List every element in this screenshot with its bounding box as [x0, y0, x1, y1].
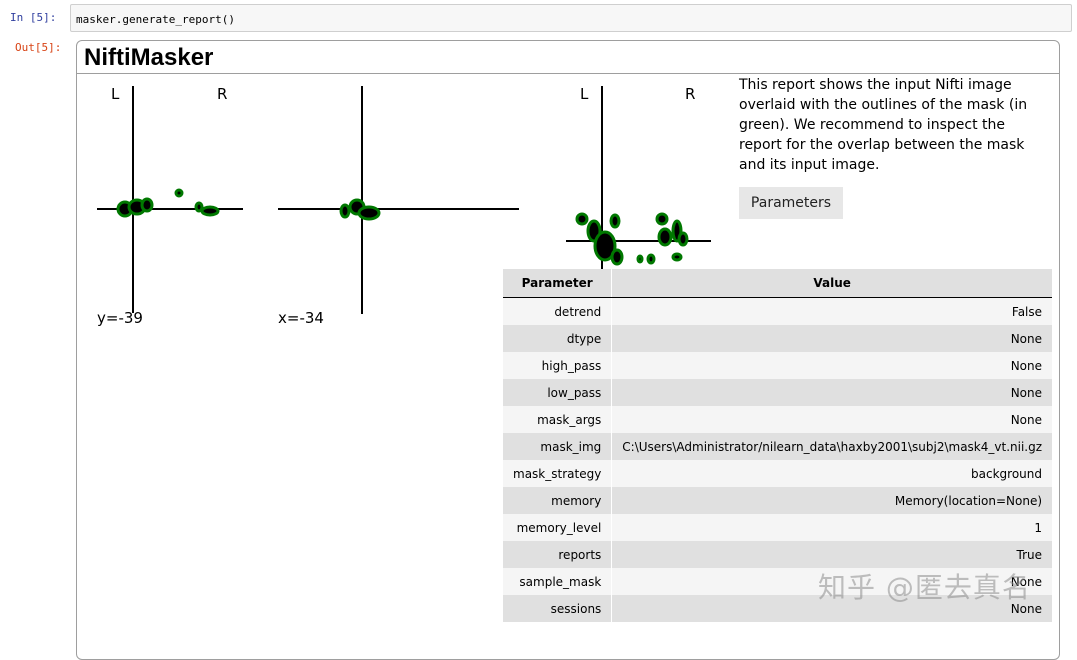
mask-blob	[140, 197, 154, 213]
parameter-name: mask_args	[503, 406, 613, 433]
parameter-value: None	[611, 379, 1053, 406]
table-row: reports True	[503, 541, 1053, 568]
sagittal-cut-label: x=-34	[278, 309, 324, 327]
parameter-value: C:\Users\Administrator/nilearn_data\haxb…	[611, 433, 1053, 460]
coronal-right-label: R	[217, 85, 227, 103]
table-row: memory_level 1	[503, 514, 1053, 541]
table-row: mask_img C:\Users\Administrator/nilearn_d…	[503, 433, 1053, 460]
parameter-value: None	[611, 352, 1053, 379]
table-row: low_pass None	[503, 379, 1053, 406]
code-cell[interactable]: masker.generate_report()	[70, 4, 1072, 32]
parameter-value: None	[611, 325, 1053, 352]
watermark: 知乎 @匿去真名	[818, 571, 1031, 604]
mask-blob	[174, 188, 184, 198]
mask-blob	[610, 248, 624, 266]
header-parameter: Parameter	[503, 269, 613, 298]
output-prompt: Out[5]:	[15, 41, 62, 54]
mask-blob	[200, 205, 220, 217]
parameter-value: None	[611, 406, 1053, 433]
mask-blob	[339, 203, 351, 219]
coronal-left-label: L	[111, 85, 120, 103]
parameter-name: memory_level	[503, 514, 613, 541]
sagittal-mask-outline	[339, 198, 381, 221]
mask-blob	[357, 205, 381, 221]
axial-left-label: L	[580, 85, 589, 103]
parameter-name: sessions	[503, 595, 613, 622]
table-header-row: Parameter Value	[503, 269, 1053, 298]
parameter-name: dtype	[503, 325, 613, 352]
parameter-name: mask_img	[503, 433, 613, 460]
parameter-value: background	[611, 460, 1053, 487]
code-text: masker.generate_report()	[76, 13, 235, 26]
table-row: high_pass None	[503, 352, 1053, 379]
mask-blob	[636, 254, 644, 264]
parameter-name: detrend	[503, 297, 613, 325]
mask-blob	[655, 212, 669, 226]
parameter-value: False	[611, 297, 1053, 325]
parameter-value: True	[611, 541, 1053, 568]
parameters-button[interactable]: Parameters	[739, 187, 843, 219]
parameter-name: reports	[503, 541, 613, 568]
mask-blob	[657, 227, 673, 247]
table-row: detrend False	[503, 297, 1053, 325]
input-prompt: In [5]:	[10, 11, 57, 24]
parameter-name: sample_mask	[503, 568, 613, 595]
header-value: Value	[611, 269, 1053, 298]
parameter-name: low_pass	[503, 379, 613, 406]
parameter-value: Memory(location=None)	[611, 487, 1053, 514]
mask-blob	[575, 212, 589, 226]
mask-blob	[677, 231, 689, 247]
mask-blob	[646, 253, 656, 265]
table-row: dtype None	[503, 325, 1053, 352]
table-row: mask_args None	[503, 406, 1053, 433]
mask-blob	[609, 213, 621, 229]
report-description: This report shows the input Nifti image …	[739, 77, 1028, 173]
table-row: mask_strategy background	[503, 460, 1053, 487]
parameter-name: high_pass	[503, 352, 613, 379]
mask-blob	[671, 252, 683, 262]
coronal-cut-label: y=-39	[97, 309, 143, 327]
table-row: memory Memory(location=None)	[503, 487, 1053, 514]
parameter-value: 1	[611, 514, 1053, 541]
parameter-name: mask_strategy	[503, 460, 613, 487]
axial-mask-outline	[575, 212, 689, 266]
axial-right-label: R	[685, 85, 695, 103]
parameter-name: memory	[503, 487, 613, 514]
